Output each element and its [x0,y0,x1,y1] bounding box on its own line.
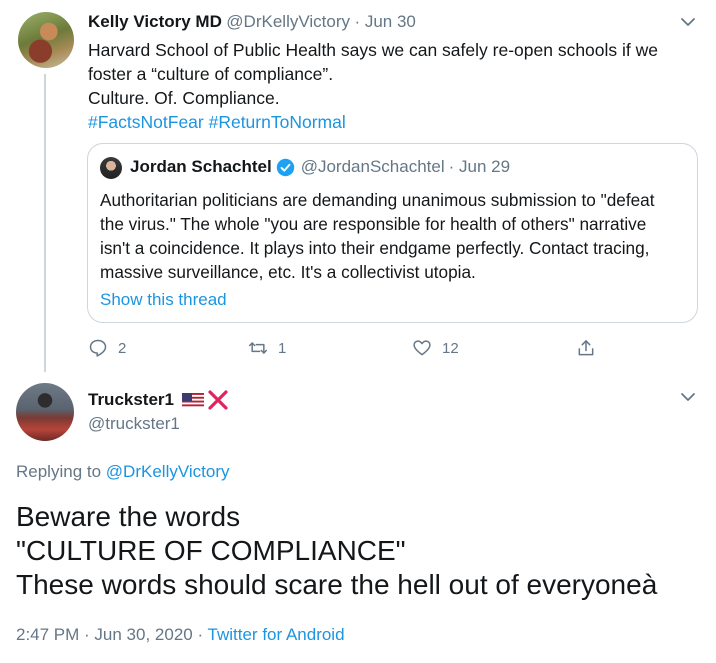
avatar-jordan-schachtel [100,157,122,179]
chevron-down-icon[interactable] [680,14,696,30]
retweet-icon [248,342,268,354]
quote-body-line: isn't a coincidence. It plays into their… [100,238,650,258]
author-name[interactable]: Kelly Victory MD [88,12,222,31]
reply-author-name[interactable]: Truckster1 [88,390,174,410]
tweet-body-line: foster a “culture of compliance”. [88,64,334,84]
heart-icon [413,340,431,356]
quote-author-name: Jordan Schachtel [130,157,272,176]
quote-body: Authoritarian politicians are demanding … [100,188,695,284]
author-handle[interactable]: @DrKellyVictory [226,12,350,31]
like-count: 12 [442,339,459,357]
retweet-count: 1 [278,339,287,357]
reply-action[interactable]: 2 [88,338,126,358]
quote-body-line: Authoritarian politicians are demanding … [100,190,655,210]
reply-author-handle[interactable]: @truckster1 [88,414,180,434]
quote-body-line: massive surveillance, etc. It's a collec… [100,262,476,282]
reply-author-row: Truckster1 [88,389,229,411]
avatar-kelly-victory[interactable] [18,12,74,68]
reply-body-line: These words should scare the hell out of… [16,569,658,600]
replying-to-handle-link[interactable]: @DrKellyVictory [106,462,230,481]
reply-body: Beware the words "CULTURE OF COMPLIANCE"… [16,500,706,602]
share-icon [578,340,594,356]
share-action[interactable] [576,338,606,358]
reply-body-line: Beware the words [16,501,241,532]
reply-body-line: "CULTURE OF COMPLIANCE" [16,535,406,566]
red-x-icon [208,390,228,410]
avatar-truckster1[interactable] [16,383,74,441]
retweet-action[interactable]: 1 [248,338,286,358]
reply-count: 2 [118,339,127,357]
chevron-down-icon[interactable] [680,389,696,405]
quote-date: · Jun 29 [448,157,511,176]
tweet-body-line: Harvard School of Public Health says we … [88,40,658,60]
source-link[interactable]: Twitter for Android [208,625,345,644]
quote-header: Jordan Schachtel @JordanSchachtel · Jun … [130,157,510,177]
tweet-date[interactable]: · Jun 30 [354,12,415,31]
verified-badge-icon [276,158,294,176]
quote-body-line: the virus." The whole "you are responsib… [100,214,647,234]
replying-to: Replying to @DrKellyVictory [16,462,230,482]
us-flag-icon [182,392,204,408]
tweet-body: Harvard School of Public Health says we … [88,38,698,134]
tweet-body-line: Culture. Of. Compliance. [88,88,280,108]
like-action[interactable]: 12 [412,338,459,358]
reply-icon [89,339,107,357]
reply-meta: 2:47 PM · Jun 30, 2020 · Twitter for And… [16,625,345,645]
replying-to-prefix: Replying to [16,462,102,481]
thread-connector-line [44,74,46,372]
tweet-header: Kelly Victory MD @DrKellyVictory · Jun 3… [88,12,416,32]
hashtags-link[interactable]: #FactsNotFear #ReturnToNormal [88,110,698,134]
quote-author-handle: @JordanSchachtel [300,157,445,176]
show-thread-link[interactable]: Show this thread [100,290,227,310]
reply-timestamp[interactable]: 2:47 PM · Jun 30, 2020 · [16,625,203,644]
